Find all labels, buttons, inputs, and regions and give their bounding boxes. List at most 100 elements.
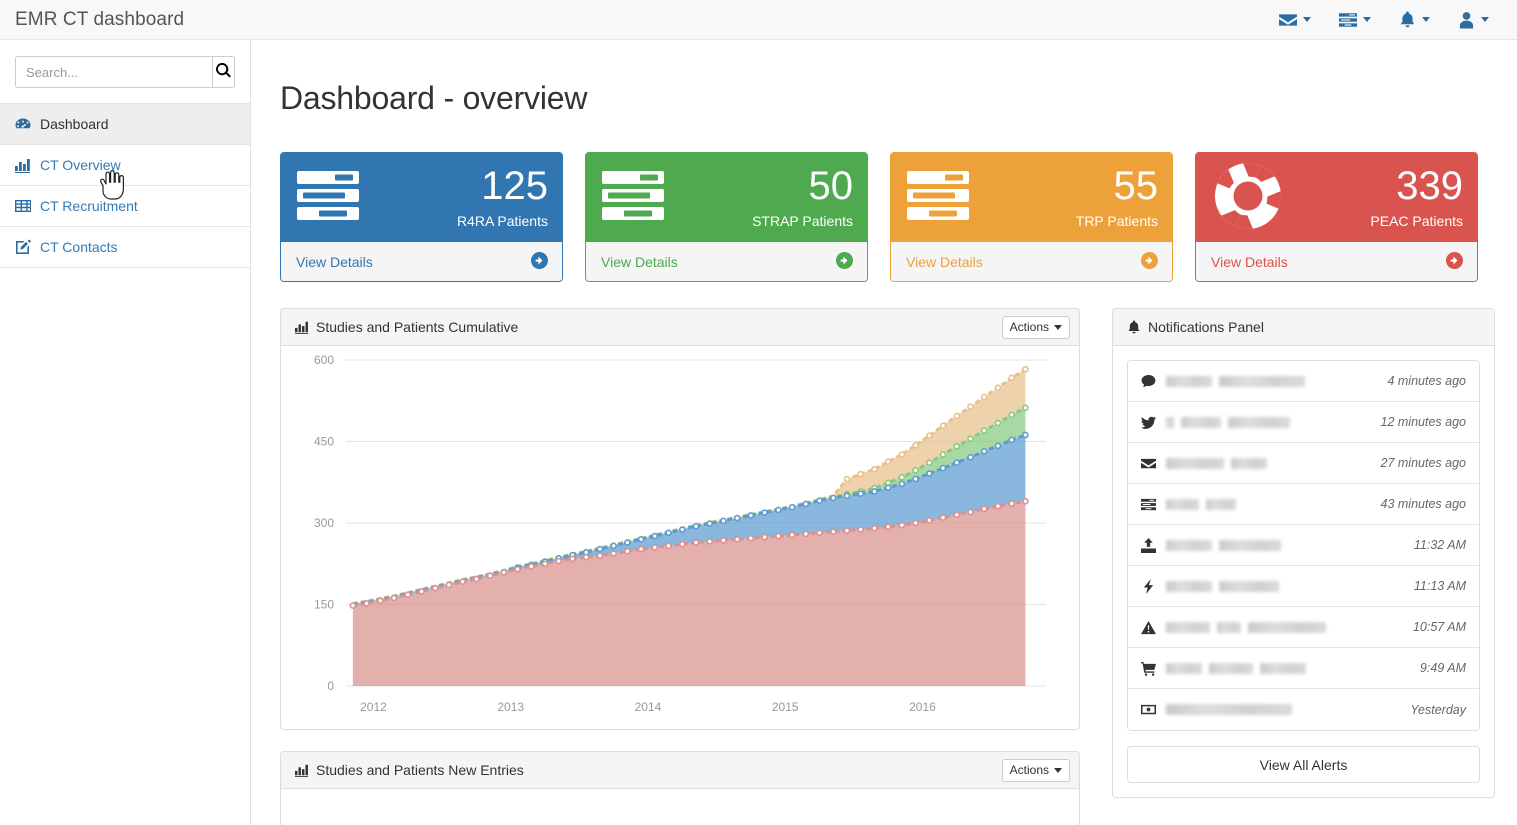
stat-card-footer-link[interactable]: View Details	[1196, 242, 1477, 281]
money-icon	[1141, 702, 1156, 717]
bell-icon	[1399, 11, 1416, 29]
bolt-icon	[1141, 578, 1156, 594]
redacted-text	[1166, 539, 1212, 551]
data-point	[390, 594, 398, 602]
stat-card-footer-link[interactable]: View Details	[281, 242, 562, 281]
svg-text:2013: 2013	[497, 700, 524, 714]
data-point	[637, 536, 645, 543]
redacted-text	[1219, 539, 1281, 551]
notification-row[interactable]: 43 minutes ago	[1128, 484, 1479, 525]
redacted-text	[1166, 457, 1224, 469]
data-point	[843, 492, 851, 500]
data-point	[843, 475, 851, 483]
data-point	[884, 523, 892, 531]
notification-time: Yesterday	[1410, 702, 1466, 717]
page-title: Dashboard - overview	[280, 80, 588, 116]
new-entries-actions-button[interactable]: Actions	[1001, 758, 1070, 782]
search-icon	[216, 62, 231, 81]
stat-card-r4ra[interactable]: 125 R4RA Patients View Details	[280, 152, 563, 282]
data-point	[926, 470, 933, 477]
data-point	[637, 545, 645, 553]
panel-header: Notifications Panel	[1113, 309, 1494, 346]
chart-actions-button[interactable]: Actions	[1001, 315, 1070, 339]
data-point	[692, 539, 700, 546]
stat-card-value: 125	[481, 164, 548, 208]
app-brand[interactable]: EMR CT dashboard	[0, 10, 184, 29]
stat-card-peac[interactable]: 339 PEAC Patients View Details	[1195, 152, 1478, 282]
notification-row[interactable]: 4 minutes ago	[1128, 361, 1479, 402]
sidebar-item-label: CT Contacts	[40, 239, 118, 255]
data-point	[1022, 497, 1029, 505]
notification-row[interactable]: 9:49 AM	[1128, 648, 1479, 689]
search-input[interactable]	[15, 56, 212, 88]
redacted-text	[1166, 416, 1174, 428]
data-point	[1008, 436, 1015, 444]
sidebar: Dashboard CT Overview CT Recruitment CT …	[0, 40, 251, 825]
alerts-menu[interactable]	[1385, 0, 1444, 40]
notification-text	[1166, 457, 1381, 469]
redacted-text	[1166, 375, 1212, 387]
sidebar-item-ct-contacts[interactable]: CT Contacts	[0, 227, 250, 268]
stat-card-strap[interactable]: 50 STRAP Patients View Details	[585, 152, 868, 282]
notification-row[interactable]: 11:32 AM	[1128, 525, 1479, 566]
notification-time: 43 minutes ago	[1380, 497, 1466, 511]
notifications-body: 4 minutes ago 12 minutes ago 27 minutes ag…	[1113, 346, 1494, 797]
bar-chart-icon	[295, 320, 309, 334]
chevron-down-icon	[1054, 324, 1062, 330]
data-point	[514, 565, 521, 573]
notification-time: 11:32 AM	[1413, 538, 1466, 552]
tasks-menu[interactable]	[1325, 0, 1385, 40]
data-point	[939, 464, 947, 472]
data-point	[377, 597, 384, 604]
data-point	[953, 459, 961, 466]
redacted-text	[1166, 621, 1210, 633]
svg-text:600: 600	[314, 353, 334, 367]
redacted-text	[1166, 704, 1292, 715]
data-point	[829, 528, 837, 535]
sidebar-item-ct-recruitment[interactable]: CT Recruitment	[0, 186, 250, 227]
edit-icon	[15, 239, 31, 255]
notification-row[interactable]: Yesterday	[1128, 689, 1479, 730]
notification-text	[1166, 375, 1387, 387]
notification-row[interactable]: 11:13 AM	[1128, 566, 1479, 607]
data-point	[994, 502, 1002, 510]
data-point	[692, 522, 700, 530]
notification-row[interactable]: 12 minutes ago	[1128, 402, 1479, 443]
data-point	[898, 480, 906, 488]
data-point	[857, 490, 865, 497]
stat-card-label: PEAC Patients	[1370, 213, 1463, 229]
data-point	[349, 602, 357, 609]
svg-text:150: 150	[314, 598, 334, 612]
data-point	[871, 525, 878, 532]
navbar-right-group	[1265, 0, 1517, 40]
data-point	[431, 584, 439, 592]
dashboard-icon	[15, 116, 31, 132]
messages-menu[interactable]	[1265, 0, 1325, 40]
view-all-alerts-button[interactable]: View All Alerts	[1127, 746, 1480, 783]
panel-header: Studies and Patients New Entries Actions	[281, 752, 1079, 789]
data-point	[802, 530, 810, 538]
user-menu[interactable]	[1444, 0, 1503, 40]
redacted-text	[1248, 621, 1326, 633]
data-point	[816, 497, 823, 505]
view-details-label: View Details	[1211, 253, 1288, 270]
stat-card-value: 50	[808, 164, 854, 208]
svg-text:2016: 2016	[909, 700, 936, 714]
svg-text:450: 450	[314, 435, 334, 449]
chevron-down-icon	[1054, 767, 1062, 773]
stat-card-footer-link[interactable]: View Details	[586, 242, 867, 281]
search-button[interactable]	[212, 56, 235, 88]
sidebar-item-ct-overview[interactable]: CT Overview	[0, 145, 250, 186]
sidebar-nav: Dashboard CT Overview CT Recruitment CT …	[0, 103, 250, 268]
left-column: Studies and Patients Cumulative Actions …	[280, 308, 1080, 825]
svg-text:2012: 2012	[360, 700, 387, 714]
stat-card-footer-link[interactable]: View Details	[891, 242, 1172, 281]
arrow-circle-right-icon	[531, 251, 548, 272]
chart-canvas: 0 150 300 450 600 2012 2013 2014 2015 2016	[314, 353, 1046, 714]
notification-row[interactable]: 27 minutes ago	[1128, 443, 1479, 484]
sidebar-item-dashboard[interactable]: Dashboard	[0, 104, 250, 145]
data-point	[486, 572, 494, 580]
notification-row[interactable]: 10:57 AM	[1128, 607, 1479, 648]
stat-card-trp[interactable]: 55 TRP Patients View Details	[890, 152, 1173, 282]
redacted-text	[1209, 662, 1253, 674]
